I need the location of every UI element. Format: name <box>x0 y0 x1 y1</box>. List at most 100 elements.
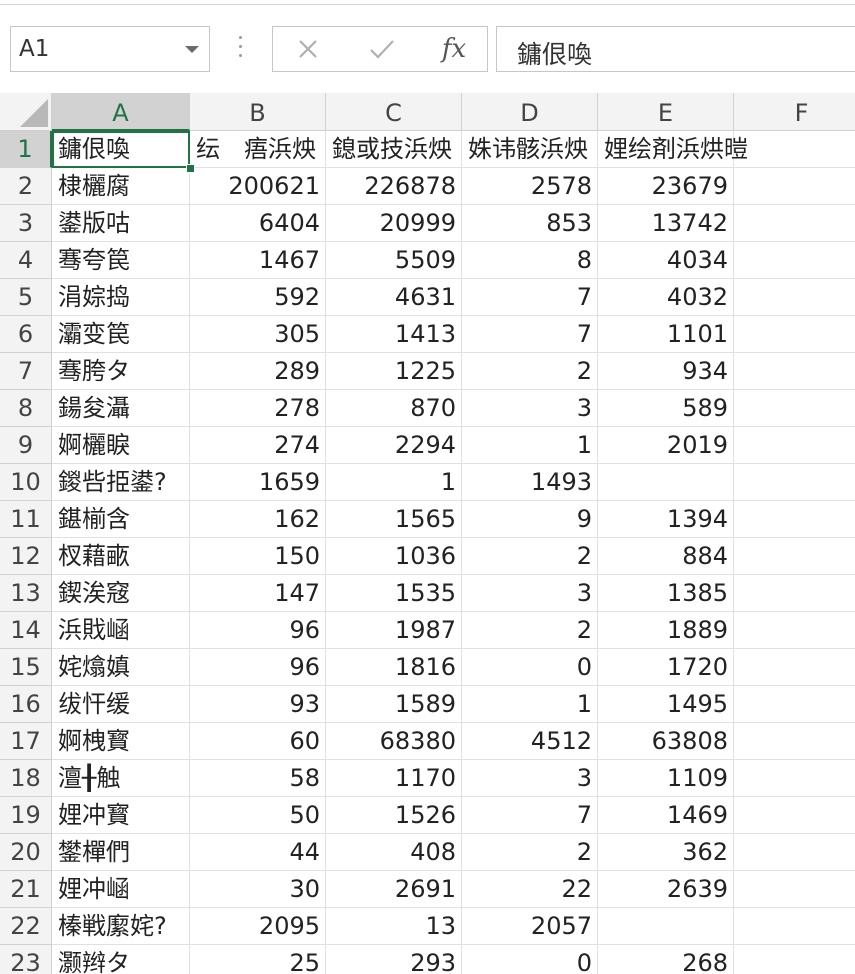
cell[interactable]: 60 <box>190 723 326 760</box>
cell[interactable]: 婀栧寳 <box>52 723 190 760</box>
cell[interactable]: 162 <box>190 501 326 538</box>
cell[interactable]: 1659 <box>190 464 326 501</box>
cell[interactable]: 1495 <box>598 686 734 723</box>
cell[interactable]: 8 <box>462 242 598 279</box>
cell[interactable] <box>734 797 855 834</box>
cell[interactable] <box>734 575 855 612</box>
cell[interactable] <box>734 686 855 723</box>
cell[interactable]: 2294 <box>326 427 462 464</box>
cell[interactable]: 589 <box>598 390 734 427</box>
cell[interactable]: 1385 <box>598 575 734 612</box>
drag-handle-icon[interactable] <box>237 36 243 62</box>
cell[interactable]: 1 <box>462 686 598 723</box>
cell[interactable]: 1987 <box>326 612 462 649</box>
row-header[interactable]: 4 <box>0 242 52 279</box>
cell[interactable]: 2057 <box>462 908 598 945</box>
cell[interactable]: 2 <box>462 612 598 649</box>
select-all-button[interactable] <box>0 93 52 131</box>
cell[interactable]: 147 <box>190 575 326 612</box>
cell[interactable]: 96 <box>190 649 326 686</box>
cell[interactable]: 澶╂触 <box>52 760 190 797</box>
cell[interactable]: 9 <box>462 501 598 538</box>
cell[interactable] <box>734 316 855 353</box>
cell[interactable]: 0 <box>462 649 598 686</box>
cell[interactable]: 鍙版咕 <box>52 205 190 242</box>
cell[interactable]: 鍥涘窛 <box>52 575 190 612</box>
cell[interactable]: 姹熻嫃 <box>52 649 190 686</box>
column-header-c[interactable]: C <box>326 93 462 131</box>
cell[interactable]: 1493 <box>462 464 598 501</box>
row-header[interactable]: 10 <box>0 464 52 501</box>
cell[interactable]: 2639 <box>598 871 734 908</box>
column-header-d[interactable]: D <box>462 93 598 131</box>
cell[interactable] <box>734 390 855 427</box>
cell[interactable]: 23679 <box>598 168 734 205</box>
row-header[interactable]: 11 <box>0 501 52 538</box>
cell[interactable] <box>734 649 855 686</box>
cell[interactable]: 娌冲崡 <box>52 871 190 908</box>
cell[interactable]: 200621 <box>190 168 326 205</box>
cell[interactable] <box>734 205 855 242</box>
cell[interactable]: 婀欐睙 <box>52 427 190 464</box>
row-header[interactable]: 2 <box>0 168 52 205</box>
column-header-f[interactable]: F <box>734 93 855 131</box>
cell[interactable]: 2 <box>462 538 598 575</box>
cell[interactable]: 408 <box>326 834 462 871</box>
cell[interactable]: 4034 <box>598 242 734 279</box>
column-header-b[interactable]: B <box>190 93 326 131</box>
cell[interactable]: 2019 <box>598 427 734 464</box>
cell[interactable]: 4631 <box>326 279 462 316</box>
row-header[interactable]: 13 <box>0 575 52 612</box>
fill-handle[interactable] <box>186 164 195 173</box>
cell[interactable]: 362 <box>598 834 734 871</box>
cell[interactable] <box>734 834 855 871</box>
cell[interactable]: 3 <box>462 575 598 612</box>
cell[interactable]: 娌绘剤浜烘暟 <box>598 131 748 168</box>
cell[interactable]: 1589 <box>326 686 462 723</box>
cell[interactable]: 870 <box>326 390 462 427</box>
cell[interactable]: 鏞佷喚 <box>52 131 190 168</box>
row-header[interactable]: 12 <box>0 538 52 575</box>
cell[interactable]: 22 <box>462 871 598 908</box>
cell[interactable]: 浜戝崡 <box>52 612 190 649</box>
row-header[interactable]: 9 <box>0 427 52 464</box>
row-header[interactable]: 19 <box>0 797 52 834</box>
cell[interactable]: 1467 <box>190 242 326 279</box>
cell[interactable] <box>734 760 855 797</box>
cell[interactable]: 44 <box>190 834 326 871</box>
cell[interactable]: 268 <box>598 945 734 974</box>
cell[interactable]: 1469 <box>598 797 734 834</box>
cell[interactable]: 293 <box>326 945 462 974</box>
cell[interactable]: 853 <box>462 205 598 242</box>
cell[interactable] <box>734 279 855 316</box>
cell[interactable]: 68380 <box>326 723 462 760</box>
cell[interactable]: 58 <box>190 760 326 797</box>
cell[interactable]: 姝讳骸浜炴 <box>462 131 598 168</box>
insert-function-icon[interactable]: fx <box>429 31 479 67</box>
cell[interactable]: 棣欐腐 <box>52 168 190 205</box>
cell[interactable]: 226878 <box>326 168 462 205</box>
cell[interactable]: 鐢樿們 <box>52 834 190 871</box>
cell[interactable] <box>734 242 855 279</box>
cell[interactable]: 150 <box>190 538 326 575</box>
cell[interactable]: 1036 <box>326 538 462 575</box>
row-header[interactable]: 21 <box>0 871 52 908</box>
row-header[interactable]: 23 <box>0 945 52 974</box>
row-header[interactable]: 18 <box>0 760 52 797</box>
cell[interactable] <box>734 723 855 760</box>
row-header[interactable]: 8 <box>0 390 52 427</box>
cell[interactable] <box>734 168 855 205</box>
cell[interactable]: 鍖椾含 <box>52 501 190 538</box>
row-header[interactable]: 20 <box>0 834 52 871</box>
cell[interactable] <box>734 612 855 649</box>
cell[interactable]: 2578 <box>462 168 598 205</box>
cell[interactable]: 1526 <box>326 797 462 834</box>
cell[interactable]: 纭 痦浜炴 <box>190 131 326 168</box>
row-header[interactable]: 15 <box>0 649 52 686</box>
row-header[interactable]: 16 <box>0 686 52 723</box>
cell[interactable] <box>734 353 855 390</box>
cell[interactable]: 1 <box>326 464 462 501</box>
check-icon[interactable] <box>357 31 407 67</box>
row-header[interactable]: 22 <box>0 908 52 945</box>
cell[interactable]: 1170 <box>326 760 462 797</box>
